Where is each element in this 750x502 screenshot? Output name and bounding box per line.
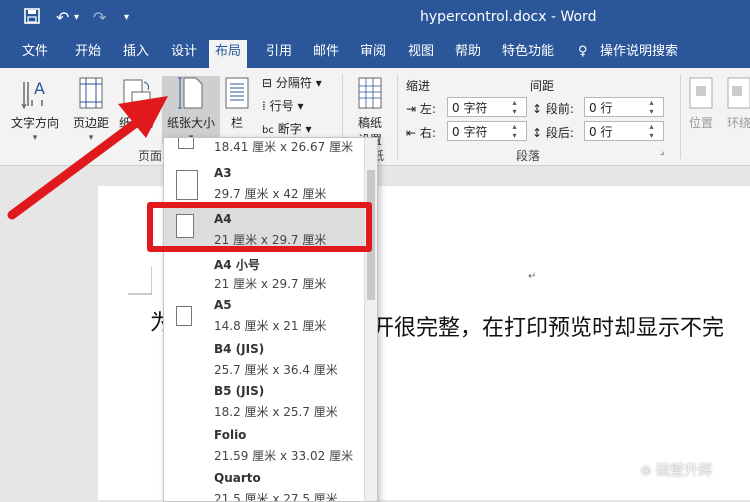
watermark: ⊚ 硫壁升辉 (640, 463, 713, 479)
red-arrow-annotation (7, 96, 168, 220)
